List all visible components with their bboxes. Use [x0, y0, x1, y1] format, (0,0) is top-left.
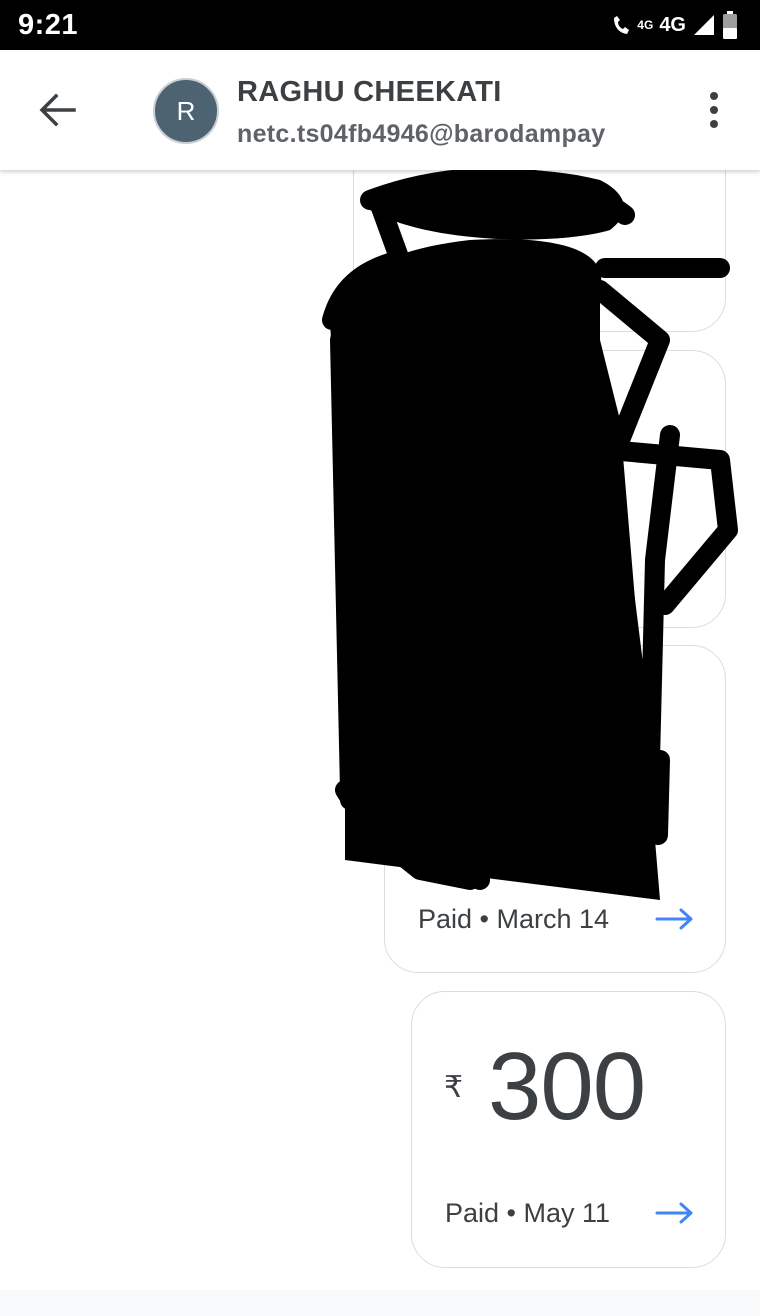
- network-type-label: 4G: [659, 13, 686, 36]
- transaction-card[interactable]: ₹ 300 Paid • May 11: [411, 991, 726, 1268]
- more-vert-icon: [710, 92, 718, 128]
- transaction-status: Paid • May 11: [445, 1198, 611, 1228]
- status-time: 9:21: [18, 9, 79, 41]
- chat-header: R RAGHU CHEEKATI netc.ts04fb4946@barodam…: [0, 50, 760, 170]
- transaction-amount: 300: [488, 1033, 646, 1140]
- currency-symbol: ₹: [444, 1071, 464, 1104]
- arrow-right-icon[interactable]: [655, 907, 695, 931]
- status-bar: 9:21 4G 4G: [0, 0, 760, 50]
- back-button[interactable]: [36, 88, 80, 132]
- bottom-edge: [0, 1290, 760, 1316]
- transaction-status: Paid • March 14: [418, 904, 610, 934]
- contact-name: RAGHU CHEEKATI: [237, 76, 502, 108]
- avatar[interactable]: R: [153, 78, 219, 144]
- transaction-card[interactable]: [353, 350, 726, 628]
- signal-icon: [694, 15, 714, 35]
- call-icon: [614, 16, 630, 34]
- arrow-left-icon: [39, 93, 76, 127]
- arrow-right-icon[interactable]: [655, 1201, 695, 1225]
- call-lte-label: 4G: [637, 18, 654, 32]
- more-options-button[interactable]: [700, 90, 728, 130]
- contact-upi-id: netc.ts04fb4946@barodampay: [237, 120, 606, 148]
- battery-icon: [723, 11, 737, 39]
- transaction-card[interactable]: Paid • March 14: [384, 645, 726, 973]
- status-icons: 4G 4G: [611, 10, 738, 40]
